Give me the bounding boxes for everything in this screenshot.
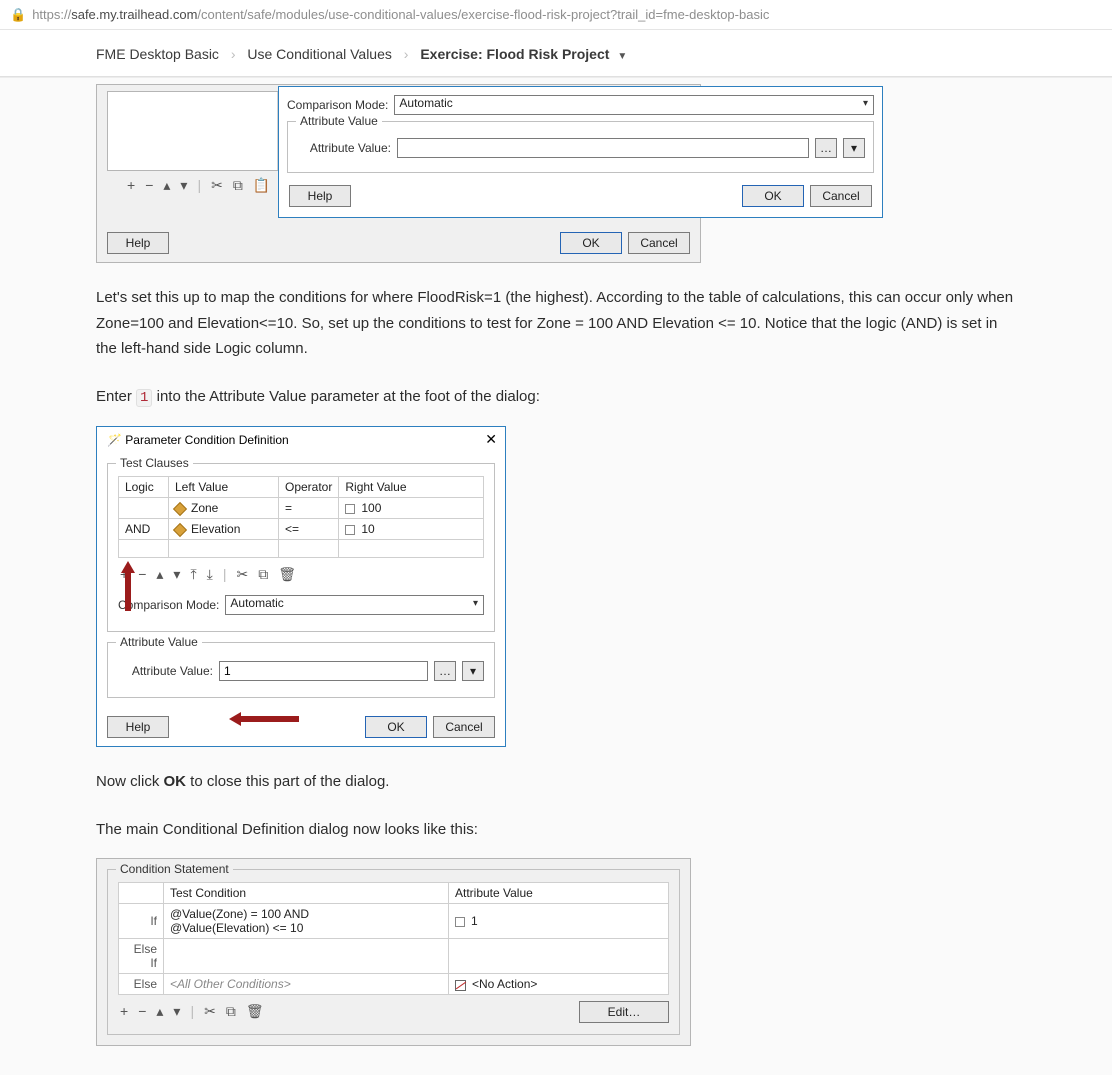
attribute-icon [173,523,187,537]
table-row[interactable]: Zone = 100 [119,498,484,519]
separator-icon: | [197,177,201,194]
ok-button[interactable]: OK [365,716,427,738]
cut-icon[interactable]: ✂ [211,177,223,194]
dropdown-button[interactable]: ▾ [843,138,865,158]
attribute-value-label: Attribute Value: [296,141,391,155]
trash-icon[interactable]: 🗑 [246,1003,264,1020]
remove-icon[interactable]: − [145,177,153,194]
attribute-value-input[interactable] [219,661,428,681]
caret-down-icon[interactable]: ▼ [617,51,627,62]
test-clauses-group-label: Test Clauses [116,456,193,470]
ellipsis-button[interactable]: … [815,138,837,158]
chevron-right-icon: › [396,46,417,62]
value-icon [455,917,465,927]
body-paragraph: Now click OK to close this part of the d… [96,769,1016,795]
paste-icon[interactable]: 📋 [253,177,270,194]
table-row[interactable]: AND Elevation <= 10 [119,519,484,540]
body-paragraph: Enter 1 into the Attribute Value paramet… [96,384,1016,411]
col-blank [119,883,164,904]
dropdown-button[interactable]: ▾ [462,661,484,681]
ok-button[interactable]: OK [560,232,622,254]
add-icon[interactable]: + [120,566,128,583]
attribute-value-input[interactable] [397,138,809,158]
move-up-icon[interactable]: ▴ [156,566,163,583]
attribute-icon [173,502,187,516]
move-down-icon[interactable]: ▾ [180,177,187,194]
move-up-icon[interactable]: ▴ [156,1003,163,1020]
col-operator: Operator [279,477,339,498]
col-attribute-value: Attribute Value [449,883,669,904]
inline-code: 1 [136,389,152,407]
condition-statement-table[interactable]: Test Condition Attribute Value If @Value… [118,882,669,995]
table-row[interactable]: Else <All Other Conditions> <No Action> [119,974,669,995]
add-icon[interactable]: + [127,177,135,194]
col-logic: Logic [119,477,169,498]
copy-icon[interactable]: ⧉ [233,177,243,194]
figure-condition-statement: Condition Statement Test Condition Attri… [96,858,1016,1046]
table-row[interactable]: If @Value(Zone) = 100 AND @Value(Elevati… [119,904,669,939]
dialog-title: Parameter Condition Definition [125,433,288,447]
value-icon [345,525,355,535]
comparison-mode-label: Comparison Mode: [287,98,388,112]
list-pane [108,92,278,170]
copy-icon[interactable]: ⧉ [226,1003,236,1020]
figure-parameter-condition-dialog: 🪄 Parameter Condition Definition ✕ Test … [96,426,1016,747]
ok-button[interactable]: OK [742,185,804,207]
cancel-button[interactable]: Cancel [628,232,690,254]
url-scheme: https:// [32,7,71,22]
add-icon[interactable]: + [120,1003,128,1020]
col-test-condition: Test Condition [164,883,449,904]
help-button[interactable]: Help [289,185,351,207]
edit-button[interactable]: Edit… [579,1001,669,1023]
value-icon [345,504,355,514]
col-left-value: Left Value [169,477,279,498]
chevron-right-icon: › [223,46,244,62]
cancel-button[interactable]: Cancel [433,716,495,738]
remove-icon[interactable]: − [138,1003,146,1020]
remove-icon[interactable]: − [138,566,146,583]
help-button[interactable]: Help [107,232,169,254]
attribute-value-label: Attribute Value: [118,664,213,678]
cut-icon[interactable]: ✂ [236,566,248,583]
cancel-button[interactable]: Cancel [810,185,872,207]
move-top-icon[interactable]: ⤒ [190,566,196,583]
breadcrumb: FME Desktop Basic › Use Conditional Valu… [96,30,1016,76]
attribute-value-group-label: Attribute Value [296,114,382,128]
figure-partial-dialog: Comparison Mode: Automatic Attribute Val… [96,84,1016,263]
comparison-mode-select[interactable]: Automatic [225,595,484,615]
help-button[interactable]: Help [107,716,169,738]
no-action-icon [455,980,466,991]
crumb-root[interactable]: FME Desktop Basic [96,46,219,62]
body-paragraph: The main Conditional Definition dialog n… [96,817,1016,843]
separator-icon: | [190,1003,194,1020]
body-paragraph: Let's set this up to map the conditions … [96,285,1016,362]
lock-icon: 🔒 [10,7,26,23]
move-down-icon[interactable]: ▾ [173,1003,180,1020]
crumb-module[interactable]: Use Conditional Values [247,46,392,62]
site-header: FME Desktop Basic › Use Conditional Valu… [0,30,1112,77]
trash-icon[interactable]: 🗑 [278,566,296,583]
condition-statement-group-label: Condition Statement [116,862,233,876]
cut-icon[interactable]: ✂ [204,1003,216,1020]
copy-icon[interactable]: ⧉ [258,566,268,583]
move-up-icon[interactable]: ▴ [163,177,170,194]
table-row[interactable]: Else If [119,939,669,974]
attribute-value-group-label: Attribute Value [116,635,202,649]
comparison-mode-label: Comparison Mode: [118,598,219,612]
separator-icon: | [223,566,227,583]
test-clauses-table[interactable]: Logic Left Value Operator Right Value Zo… [118,476,484,558]
url-path: /content/safe/modules/use-conditional-va… [197,7,769,22]
move-down-icon[interactable]: ▾ [173,566,180,583]
ellipsis-button[interactable]: … [434,661,456,681]
crumb-current[interactable]: Exercise: Flood Risk Project [420,46,609,62]
browser-url-bar: 🔒 https://safe.my.trailhead.com/content/… [0,0,1112,30]
close-icon[interactable]: ✕ [485,431,497,448]
table-row[interactable] [119,540,484,558]
move-bottom-icon[interactable]: ⤓ [207,566,213,583]
url-host: safe.my.trailhead.com [71,7,197,22]
wizard-icon: 🪄 [107,433,122,447]
comparison-mode-select[interactable]: Automatic [394,95,874,115]
col-right-value: Right Value [339,477,484,498]
